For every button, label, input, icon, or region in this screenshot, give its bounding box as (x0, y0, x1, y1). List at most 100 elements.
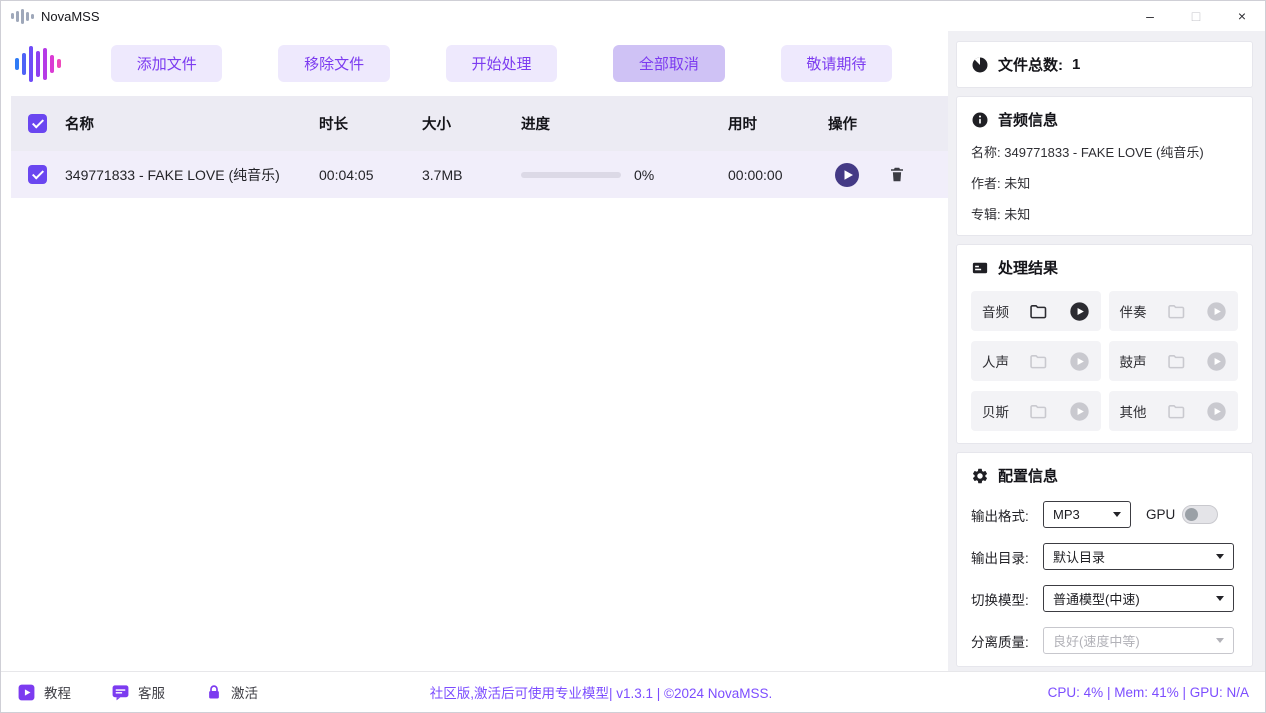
chevron-down-icon (1216, 554, 1224, 559)
open-folder-icon[interactable] (1166, 351, 1187, 372)
quality-label: 分离质量: (971, 631, 1043, 651)
chat-icon (111, 683, 130, 702)
output-format-label: 输出格式: (971, 505, 1043, 525)
cancel-all-button[interactable]: 全部取消 (613, 45, 724, 82)
maximize-button[interactable]: □ (1173, 1, 1219, 31)
model-select[interactable]: 普通模型(中速) (1043, 585, 1234, 612)
config-card: 配置信息 输出格式: MP3 GPU 输出目录: 默认目录 (956, 452, 1253, 667)
minimize-button[interactable]: – (1127, 1, 1173, 31)
remove-file-button[interactable]: 移除文件 (278, 45, 389, 82)
close-button[interactable]: × (1219, 1, 1265, 31)
quality-row: 分离质量: 良好(速度中等) (971, 627, 1238, 654)
play-result-icon[interactable] (1069, 351, 1090, 372)
chevron-down-icon (1216, 596, 1224, 601)
header-duration: 时长 (319, 113, 422, 134)
results-icon (971, 259, 989, 277)
progress-bar (521, 172, 621, 178)
output-dir-select[interactable]: 默认目录 (1043, 543, 1234, 570)
toggle-knob (1185, 508, 1198, 521)
header-progress: 进度 (521, 113, 728, 134)
open-folder-icon[interactable] (1028, 351, 1049, 372)
header-size: 大小 (422, 113, 521, 134)
file-name-cell: 349771833 - FAKE LOVE (纯音乐) (65, 165, 319, 185)
waveform-logo-icon (15, 44, 61, 84)
toolbar: 添加文件 移除文件 开始处理 全部取消 敬请期待 (1, 31, 948, 96)
output-dir-label: 输出目录: (971, 547, 1043, 567)
open-folder-icon[interactable] (1028, 401, 1049, 422)
file-table: 名称 时长 大小 进度 用时 操作 349771833 - FAKE LOVE … (1, 96, 948, 671)
gear-icon (971, 467, 989, 485)
sidebar: 文件总数: 1 音频信息 名称: 349771833 - FAKE LOVE (… (948, 31, 1265, 671)
result-chip-drums: 鼓声 (1109, 341, 1239, 381)
chevron-down-icon (1216, 638, 1224, 643)
system-stats: CPU: 4% | Mem: 41% | GPU: N/A (1048, 685, 1249, 700)
tutorial-link[interactable]: 教程 (17, 682, 71, 702)
version-info: 社区版,激活后可使用专业模型| v1.3.1 | ©2024 NovaMSS. (281, 682, 921, 702)
chevron-down-icon (1113, 512, 1121, 517)
table-header-row: 名称 时长 大小 进度 用时 操作 (11, 96, 948, 151)
start-processing-button[interactable]: 开始处理 (446, 45, 557, 82)
total-files-card: 文件总数: 1 (956, 41, 1253, 88)
window-title: NovaMSS (41, 9, 100, 24)
audio-artist-line: 作者: 未知 (971, 173, 1238, 192)
open-folder-icon[interactable] (1166, 301, 1187, 322)
left-column: 添加文件 移除文件 开始处理 全部取消 敬请期待 名称 时长 大小 进度 用时 … (1, 31, 948, 671)
result-chip-other: 其他 (1109, 391, 1239, 431)
output-format-row: 输出格式: MP3 GPU (971, 501, 1238, 528)
output-format-select[interactable]: MP3 (1043, 501, 1131, 528)
play-button[interactable] (834, 162, 860, 188)
total-files-value: 1 (1072, 56, 1080, 73)
open-folder-icon[interactable] (1166, 401, 1187, 422)
actions-cell (828, 162, 948, 188)
gpu-toggle[interactable] (1182, 505, 1218, 524)
add-file-button[interactable]: 添加文件 (111, 45, 222, 82)
row-checkbox[interactable] (28, 165, 47, 184)
open-folder-icon[interactable] (1028, 301, 1049, 322)
app-icon (11, 8, 34, 24)
play-result-icon[interactable] (1206, 401, 1227, 422)
activate-link[interactable]: 激活 (205, 682, 258, 702)
app-window: NovaMSS – □ × 添加文件 移除文件 开始处 (0, 0, 1266, 713)
results-title: 处理结果 (998, 257, 1058, 278)
audio-album-line: 专辑: 未知 (971, 204, 1238, 223)
pie-chart-icon (971, 56, 989, 74)
header-actions: 操作 (828, 113, 948, 134)
result-chip-accompaniment: 伴奏 (1109, 291, 1239, 331)
size-cell: 3.7MB (422, 167, 521, 183)
config-title: 配置信息 (998, 465, 1058, 486)
play-result-icon[interactable] (1206, 351, 1227, 372)
result-chip-audio: 音频 (971, 291, 1101, 331)
main-content: 添加文件 移除文件 开始处理 全部取消 敬请期待 名称 时长 大小 进度 用时 … (1, 31, 1265, 671)
coming-soon-button[interactable]: 敬请期待 (781, 45, 892, 82)
play-result-icon[interactable] (1069, 401, 1090, 422)
audio-info-title: 音频信息 (998, 109, 1058, 130)
header-name: 名称 (65, 113, 319, 134)
title-bar: NovaMSS – □ × (1, 1, 1265, 31)
status-bar: 教程 客服 激活 社区版,激活后可使用专业模型| v1.3.1 | ©2024 … (1, 671, 1265, 712)
audio-name-line: 名称: 349771833 - FAKE LOVE (纯音乐) (971, 142, 1238, 161)
tutorial-icon (17, 683, 36, 702)
time-cell: 00:00:00 (728, 167, 828, 183)
results-grid: 音频 伴奏 人声 鼓声 (971, 291, 1238, 431)
gpu-label: GPU (1146, 507, 1175, 522)
model-label: 切换模型: (971, 589, 1043, 609)
output-dir-row: 输出目录: 默认目录 (971, 543, 1238, 570)
result-chip-bass: 贝斯 (971, 391, 1101, 431)
table-row: 349771833 - FAKE LOVE (纯音乐) 00:04:05 3.7… (11, 151, 948, 198)
play-result-icon[interactable] (1069, 301, 1090, 322)
progress-percent: 0% (634, 167, 654, 183)
play-result-icon[interactable] (1206, 301, 1227, 322)
total-files-label: 文件总数: (998, 54, 1063, 75)
select-all-checkbox[interactable] (28, 114, 47, 133)
customer-service-link[interactable]: 客服 (111, 682, 165, 702)
info-icon (971, 111, 989, 129)
lock-icon (205, 683, 223, 702)
result-chip-vocals: 人声 (971, 341, 1101, 381)
quality-select: 良好(速度中等) (1043, 627, 1234, 654)
duration-cell: 00:04:05 (319, 167, 422, 183)
delete-button[interactable] (888, 165, 906, 184)
results-card: 处理结果 音频 伴奏 人声 (956, 244, 1253, 444)
model-row: 切换模型: 普通模型(中速) (971, 585, 1238, 612)
window-controls: – □ × (1127, 1, 1265, 31)
progress-cell: 0% (521, 167, 728, 183)
